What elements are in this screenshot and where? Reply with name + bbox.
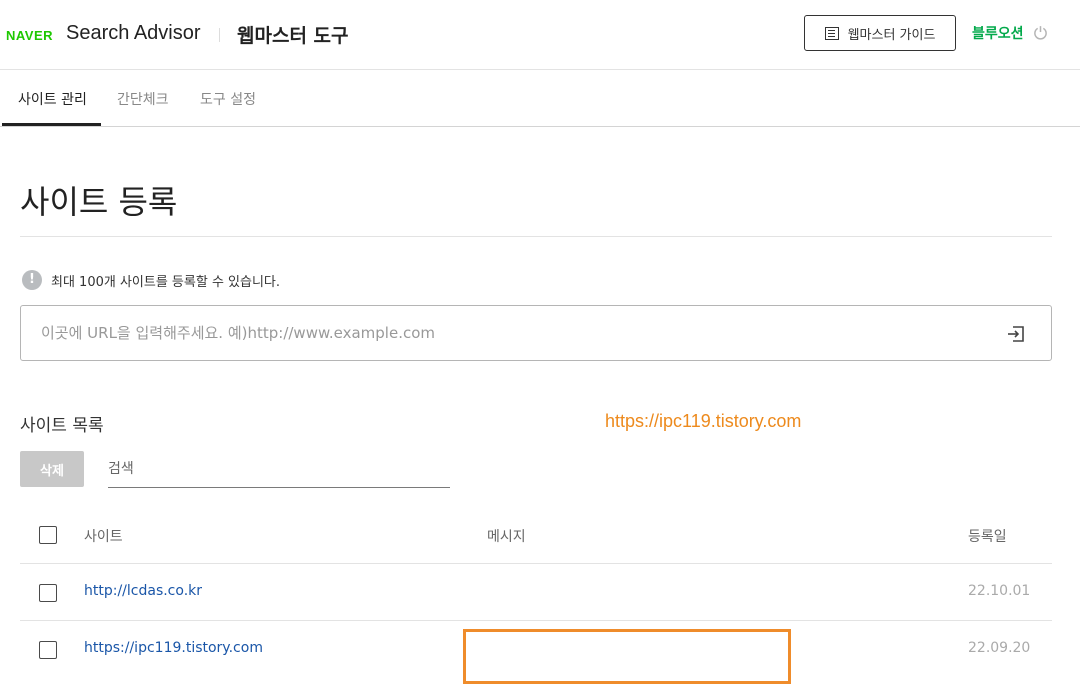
guide-button-label: 웹마스터 가이드 — [847, 27, 936, 43]
list-doc-icon — [824, 26, 839, 40]
user-name[interactable]: 블루오션 — [972, 23, 1024, 43]
page-title: 사이트 등록 — [20, 183, 178, 221]
title-divider — [20, 236, 1052, 237]
tab-bar: 사이트 관리 간단체크 도구 설정 — [0, 70, 1080, 127]
watermark-url: https://ipc119.tistory.com — [605, 411, 802, 431]
row-checkbox[interactable] — [39, 584, 57, 602]
column-header-site: 사이트 — [84, 529, 123, 545]
site-link[interactable]: https://ipc119.tistory.com — [84, 640, 263, 656]
enter-arrow-icon[interactable] — [1005, 323, 1027, 345]
notice-text: 최대 100개 사이트를 등록할 수 있습니다. — [51, 275, 281, 290]
column-header-message: 메시지 — [487, 529, 526, 545]
url-input[interactable] — [41, 322, 941, 344]
tab-tool-settings[interactable]: 도구 설정 — [200, 89, 256, 109]
power-icon[interactable] — [1033, 25, 1048, 40]
exclamation-icon: ! — [22, 270, 42, 290]
tool-title[interactable]: 웹마스터 도구 — [237, 21, 349, 48]
app-name[interactable]: Search Advisor — [66, 22, 201, 45]
top-header: NAVER Search Advisor 웹마스터 도구 웹마스터 가이드 블루… — [0, 0, 1080, 70]
select-all-checkbox[interactable] — [39, 526, 57, 544]
header-divider — [219, 28, 220, 42]
delete-button[interactable]: 삭제 — [20, 451, 84, 487]
row-checkbox[interactable] — [39, 641, 57, 659]
table-row: http://lcdas.co.kr 22.10.01 — [20, 564, 1052, 621]
highlight-annotation-box — [463, 629, 791, 684]
row-date: 22.09.20 — [968, 640, 1031, 656]
row-date: 22.10.01 — [968, 583, 1031, 599]
tab-site-management[interactable]: 사이트 관리 — [18, 89, 87, 109]
tab-quick-check[interactable]: 간단체크 — [117, 89, 169, 109]
url-input-box — [20, 305, 1052, 361]
site-list-title: 사이트 목록 — [20, 416, 104, 436]
site-link[interactable]: http://lcdas.co.kr — [84, 583, 202, 599]
webmaster-guide-button[interactable]: 웹마스터 가이드 — [804, 15, 956, 51]
column-header-date: 등록일 — [968, 529, 1007, 545]
active-tab-indicator — [2, 123, 101, 126]
table-header-row: 사이트 메시지 등록일 — [20, 506, 1052, 564]
search-input[interactable] — [108, 451, 450, 488]
naver-logo[interactable]: NAVER — [6, 28, 53, 43]
